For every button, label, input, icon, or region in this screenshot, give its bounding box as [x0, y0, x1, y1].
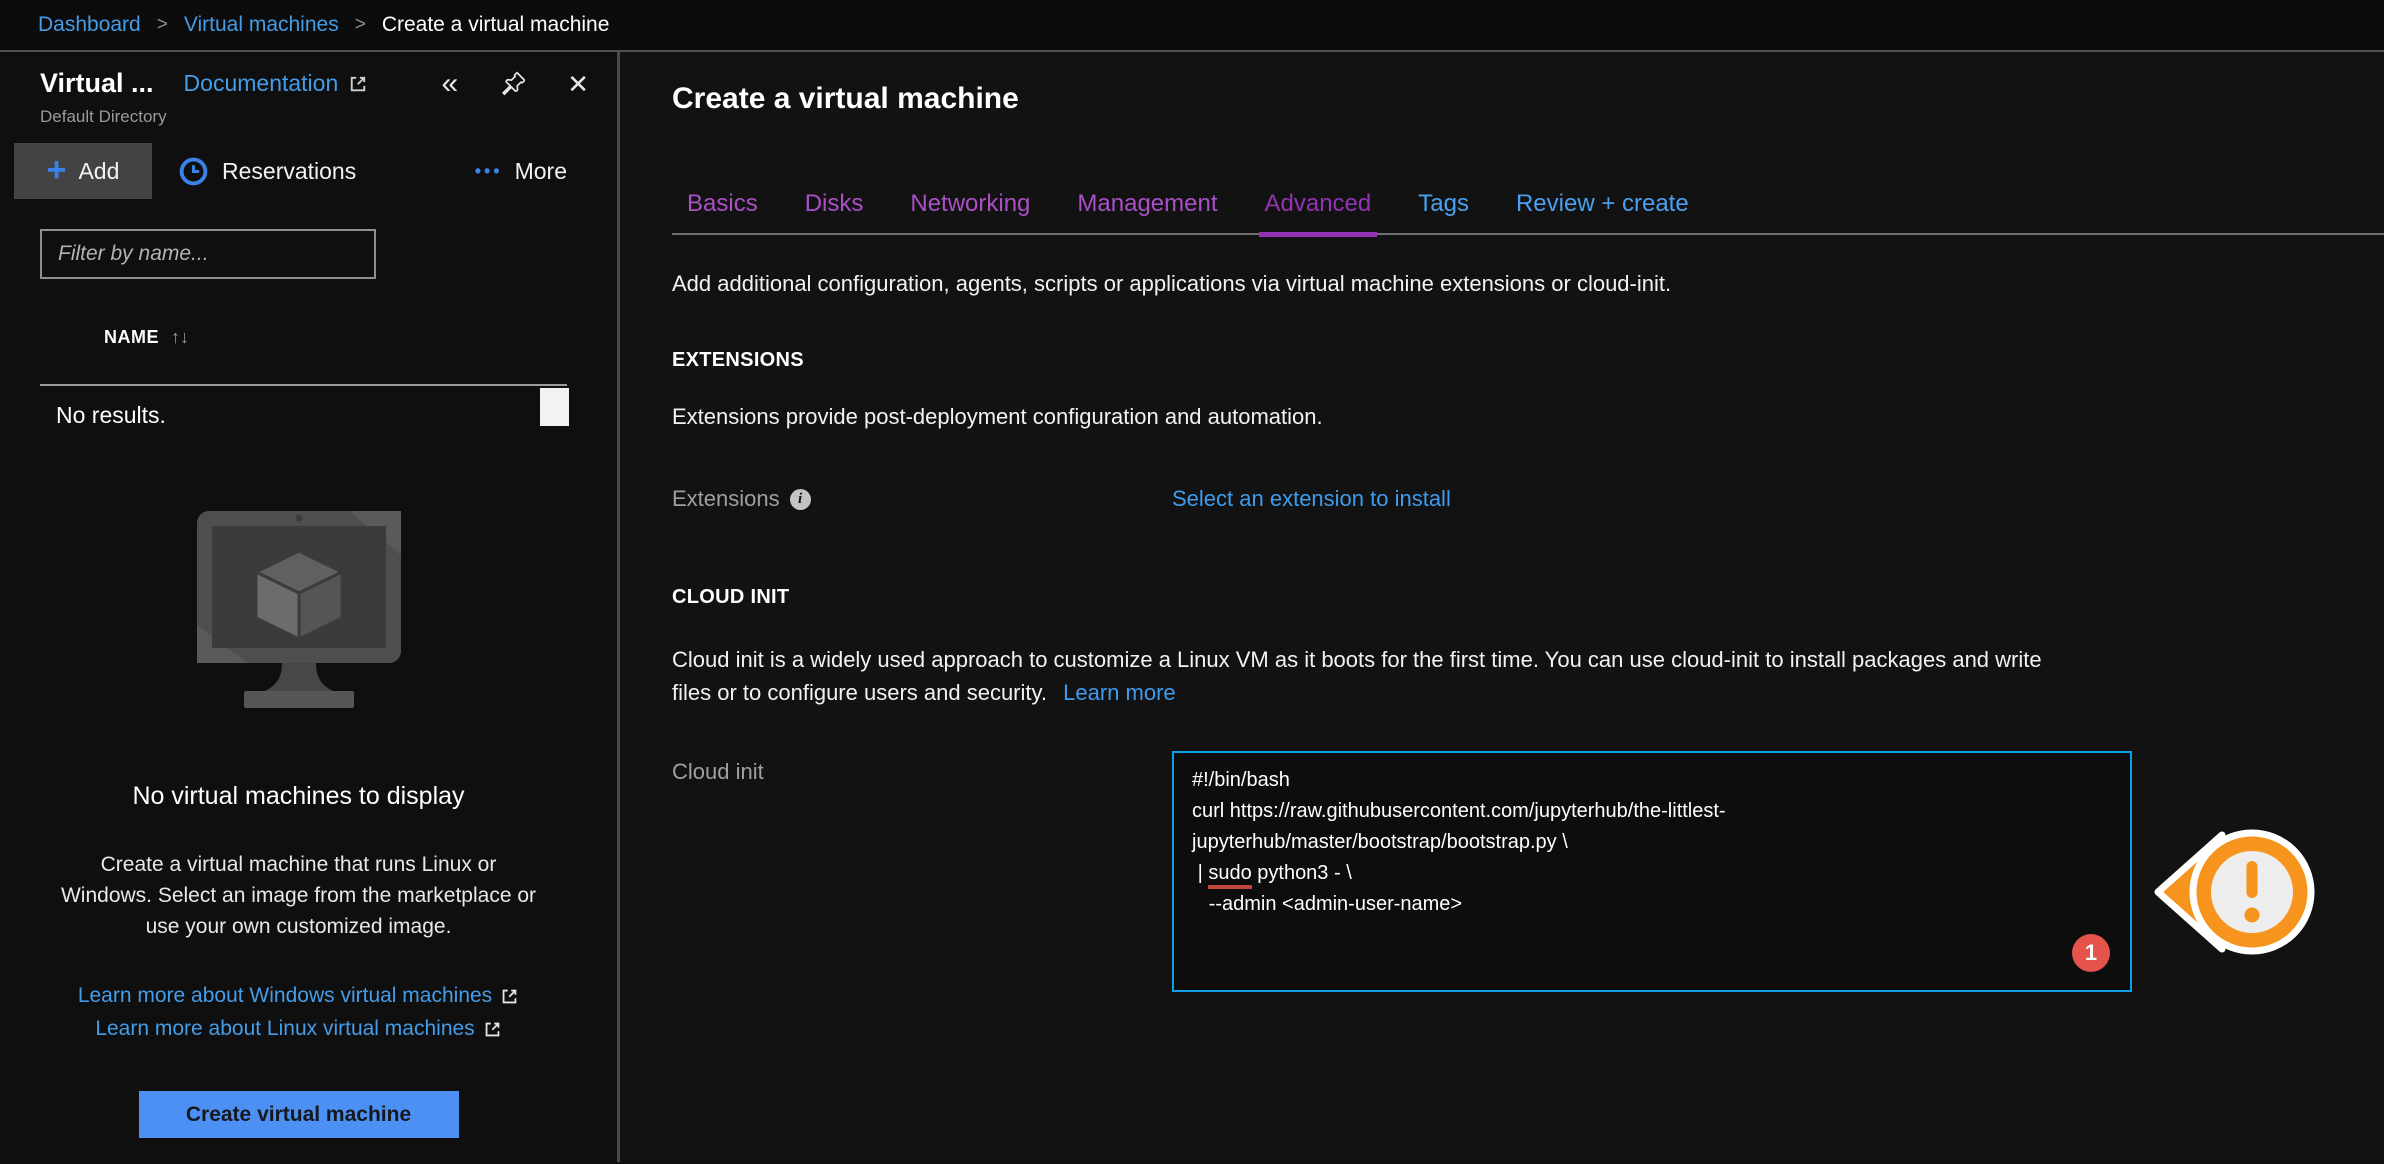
create-vm-pane: Create a virtual machine Basics Disks Ne…: [620, 52, 2384, 1162]
external-link-icon: [483, 1020, 502, 1039]
wizard-tabs: Basics Disks Networking Management Advan…: [672, 190, 2384, 235]
collapse-blade-icon[interactable]: «: [442, 69, 459, 99]
advanced-tab-intro: Add additional configuration, agents, sc…: [672, 271, 2384, 297]
chevron-right-icon: >: [157, 14, 168, 36]
name-header-label: NAME: [104, 327, 159, 348]
directory-subtitle: Default Directory: [40, 107, 589, 127]
breadcrumb-current-page: Create a virtual machine: [382, 13, 610, 37]
extensions-field-row: Extensions Select an extension to instal…: [672, 486, 2384, 512]
more-button[interactable]: ••• More: [475, 143, 567, 199]
empty-state-description: Create a virtual machine that runs Linux…: [59, 849, 539, 942]
create-virtual-machine-button[interactable]: Create virtual machine: [139, 1091, 459, 1138]
page-title: Create a virtual machine: [672, 82, 2384, 116]
cloud-init-code: #!/bin/bash curl https://raw.githubuserc…: [1192, 765, 2112, 920]
cloud-init-field-row: Cloud init #!/bin/bash curl https://raw.…: [672, 751, 2384, 992]
learn-linux-vm-link-label: Learn more about Linux virtual machines: [95, 1017, 474, 1041]
cloud-init-section-header: CLOUD INIT: [672, 586, 2384, 609]
empty-state: No virtual machines to display Create a …: [0, 507, 617, 1138]
vm-monitor-illustration: [189, 507, 409, 719]
info-icon[interactable]: [790, 489, 811, 510]
extensions-section-header: EXTENSIONS: [672, 349, 2384, 372]
close-blade-icon[interactable]: ✕: [567, 71, 589, 97]
breadcrumb-virtual-machines[interactable]: Virtual machines: [184, 13, 339, 37]
reservations-button-label: Reservations: [222, 158, 356, 185]
filter-by-name-input[interactable]: [40, 229, 376, 279]
annotation-badge-1: 1: [2072, 934, 2110, 972]
tab-basics[interactable]: Basics: [687, 190, 758, 218]
no-results-text: No results.: [0, 386, 617, 429]
scrollbar-thumb[interactable]: [540, 388, 569, 426]
extensions-field-label: Extensions: [672, 486, 780, 512]
cloud-init-description: Cloud init is a widely used approach to …: [672, 643, 2082, 709]
learn-linux-vm-link[interactable]: Learn more about Linux virtual machines: [95, 1017, 501, 1041]
cloud-init-field-label: Cloud init: [672, 759, 764, 785]
documentation-link[interactable]: Documentation: [184, 70, 369, 97]
name-column-header[interactable]: NAME ↑↓: [104, 327, 617, 348]
tab-networking[interactable]: Networking: [910, 190, 1030, 218]
add-button[interactable]: + Add: [14, 143, 152, 199]
more-button-label: More: [515, 158, 567, 185]
ellipsis-icon: •••: [475, 161, 503, 182]
virtual-machines-blade: Virtual ... Documentation « ✕ Default Di…: [0, 52, 620, 1162]
blade-title: Virtual ...: [40, 68, 154, 99]
learn-windows-vm-link[interactable]: Learn more about Windows virtual machine…: [78, 984, 519, 1008]
plus-icon: +: [47, 153, 67, 187]
empty-state-title: No virtual machines to display: [0, 782, 597, 811]
blade-header: Virtual ... Documentation « ✕ Default Di…: [0, 52, 617, 127]
clock-icon: [178, 156, 209, 187]
learn-windows-vm-link-label: Learn more about Windows virtual machine…: [78, 984, 492, 1008]
external-link-icon: [348, 74, 368, 94]
breadcrumb: Dashboard > Virtual machines > Create a …: [0, 0, 2384, 52]
tab-advanced[interactable]: Advanced: [1265, 190, 1372, 218]
chevron-right-icon: >: [355, 14, 366, 36]
breadcrumb-dashboard[interactable]: Dashboard: [38, 13, 141, 37]
documentation-link-label: Documentation: [184, 70, 339, 97]
tab-management[interactable]: Management: [1077, 190, 1217, 218]
warning-annotation-icon: [2152, 817, 2317, 967]
pin-icon[interactable]: [498, 69, 527, 98]
extensions-description: Extensions provide post-deployment confi…: [672, 404, 2384, 430]
vm-toolbar: + Add Reservations ••• More: [0, 143, 617, 199]
reservations-button[interactable]: Reservations: [178, 143, 356, 199]
select-extension-link[interactable]: Select an extension to install: [1172, 486, 1451, 512]
tab-review-create[interactable]: Review + create: [1516, 190, 1689, 218]
tab-tags[interactable]: Tags: [1418, 190, 1469, 218]
external-link-icon: [500, 987, 519, 1006]
tab-disks[interactable]: Disks: [805, 190, 864, 218]
cloud-init-textarea[interactable]: #!/bin/bash curl https://raw.githubuserc…: [1172, 751, 2132, 992]
sort-arrows-icon: ↑↓: [171, 327, 189, 348]
cloud-init-description-text: Cloud init is a widely used approach to …: [672, 647, 2042, 705]
learn-more-link[interactable]: Learn more: [1063, 680, 1176, 705]
misspelled-word: sudo: [1208, 862, 1251, 889]
add-button-label: Add: [78, 158, 119, 185]
vm-list: No results.: [0, 384, 617, 429]
